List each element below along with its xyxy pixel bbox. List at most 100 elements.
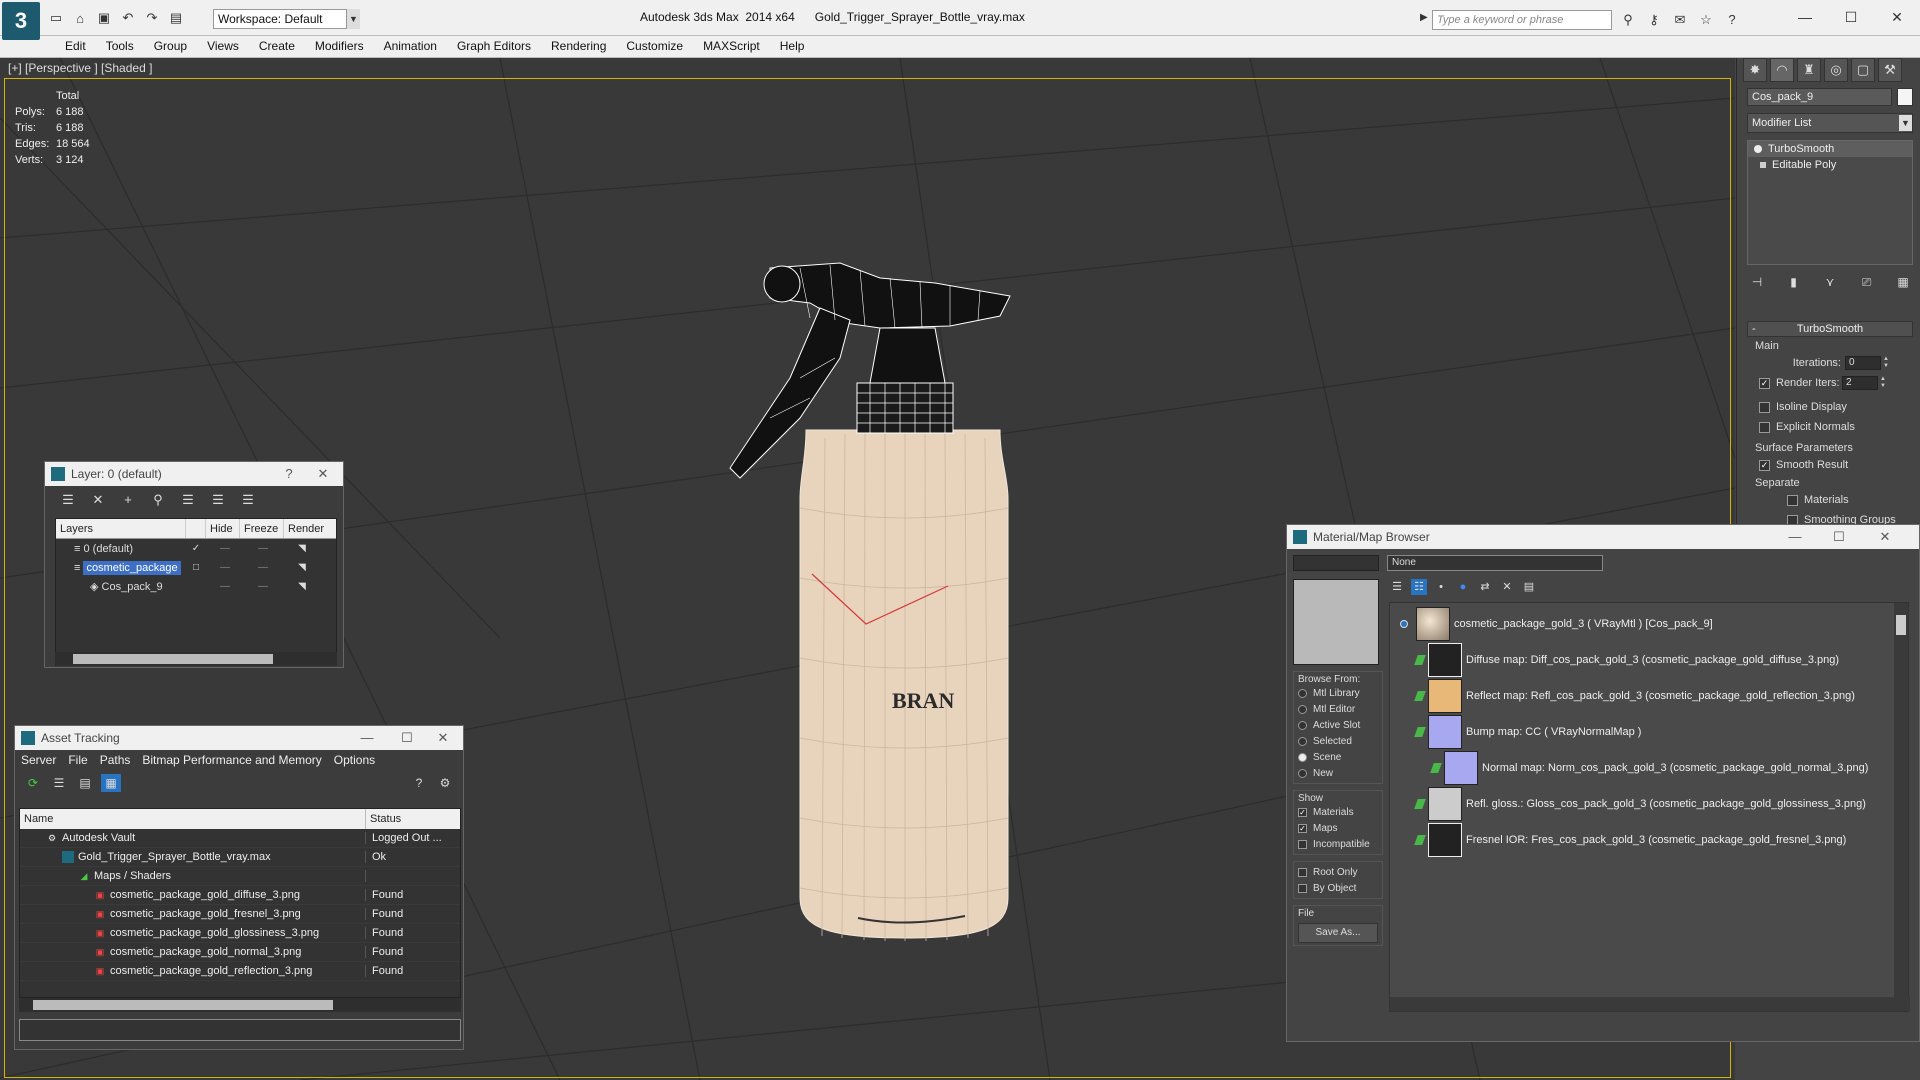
spinner-arrows-icon[interactable]: ▲ ▼ [1883, 356, 1891, 370]
radio-button[interactable] [1298, 768, 1307, 778]
show-maps-checkbox[interactable]: ✓ [1298, 823, 1307, 833]
list-view-icon[interactable]: ☰ [1389, 579, 1405, 595]
menu-tools[interactable]: Tools [96, 36, 144, 57]
show-materials-checkbox[interactable]: ✓ [1298, 807, 1307, 817]
new-layer-icon[interactable]: ☰ [57, 492, 79, 508]
close-icon[interactable]: ✕ [429, 726, 457, 750]
isoline-checkbox[interactable] [1759, 401, 1770, 413]
new-file-icon[interactable]: ▭ [46, 8, 66, 28]
search-input[interactable]: Type a keyword or phrase [1432, 10, 1612, 30]
radio-mtl-editor[interactable]: Mtl Editor [1298, 701, 1378, 717]
layer-row[interactable]: ≡ 0 (default) ✓ — — ◥ [56, 539, 336, 558]
project-folder-icon[interactable]: ▤ [166, 8, 186, 28]
table-row[interactable]: ◢ Maps / Shaders [20, 867, 460, 886]
root-only-row[interactable]: Root Only [1298, 864, 1378, 880]
render-teapot-icon[interactable]: ◥ [282, 581, 322, 592]
menu-animation[interactable]: Animation [374, 36, 447, 57]
undo-icon[interactable]: ↶ [118, 8, 138, 28]
render-iters-checkbox[interactable]: ✓ [1759, 377, 1770, 389]
show-end-result-icon[interactable]: ▮ [1784, 273, 1804, 291]
app-logo-icon[interactable]: 3 [2, 2, 40, 40]
star-icon[interactable]: ☆ [1696, 10, 1716, 30]
add-to-layer-icon[interactable]: + [117, 492, 139, 508]
list-view-icon[interactable]: ☰ [49, 774, 69, 792]
material-search-input[interactable] [1293, 555, 1379, 571]
show-materials-row[interactable]: ✓ Materials [1298, 804, 1378, 820]
layer-row[interactable]: ≡ cosmetic_package □ — — ◥ [56, 558, 336, 577]
hide-toggle[interactable]: — [206, 562, 244, 573]
object-color-swatch[interactable] [1897, 88, 1913, 106]
radio-mtl-library[interactable]: Mtl Library [1298, 685, 1378, 701]
settings-icon[interactable]: ⚙ [435, 774, 455, 792]
freeze-toggle[interactable]: — [244, 581, 282, 592]
help-icon[interactable]: ? [1722, 10, 1742, 30]
expand-icon[interactable] [1760, 162, 1766, 168]
save-file-icon[interactable]: ▣ [94, 8, 114, 28]
radio-active-slot[interactable]: Active Slot [1298, 717, 1378, 733]
hide-toggle[interactable]: — [206, 581, 244, 592]
asset-path-field[interactable] [19, 1019, 461, 1041]
delete-icon[interactable]: ✕ [1499, 579, 1515, 595]
modifier-list-dropdown[interactable]: Modifier List [1747, 113, 1913, 133]
menu-modifiers[interactable]: Modifiers [305, 36, 374, 57]
menu-options[interactable]: Options [334, 750, 383, 770]
menu-help[interactable]: Help [770, 36, 815, 57]
menu-bitmap-performance[interactable]: Bitmap Performance and Memory [142, 750, 329, 770]
list-item[interactable]: cosmetic_package_gold_3 ( VRayMtl ) [Cos… [1400, 607, 1713, 641]
workspace-dropdown[interactable]: Workspace: Default [213, 9, 359, 29]
list-item[interactable]: Diffuse map: Diff_cos_pack_gold_3 (cosme… [1414, 643, 1839, 677]
menu-views[interactable]: Views [197, 36, 249, 57]
maximize-icon[interactable]: ☐ [1825, 525, 1853, 549]
current-layer-checkmark[interactable]: ✓ [186, 543, 206, 554]
smooth-result-checkbox[interactable]: ✓ [1759, 459, 1770, 471]
root-only-checkbox[interactable] [1298, 867, 1307, 877]
material-editor-icon[interactable]: ▤ [1521, 579, 1537, 595]
hierarchy-tab-icon[interactable]: ♜ [1797, 58, 1821, 82]
explicit-normals-checkbox[interactable] [1759, 421, 1770, 433]
update-icon[interactable]: ⇄ [1477, 579, 1493, 595]
stack-item-turbosmooth[interactable]: TurboSmooth [1748, 141, 1912, 157]
column-render[interactable]: Render [284, 519, 330, 538]
menu-server[interactable]: Server [21, 750, 64, 770]
tree-view-icon[interactable]: ☷ [1411, 579, 1427, 595]
hide-toggle[interactable]: — [206, 543, 244, 554]
asset-tracking-titlebar[interactable]: Asset Tracking — ☐ ✕ [15, 726, 463, 750]
chevron-down-icon[interactable]: ▼ [346, 9, 360, 29]
sphere-icon[interactable]: ● [1455, 579, 1471, 595]
make-unique-icon[interactable]: ⋎ [1820, 273, 1840, 291]
layer-horizontal-scrollbar[interactable] [55, 652, 337, 666]
table-row[interactable]: Gold_Trigger_Sprayer_Bottle_vray.max Ok [20, 848, 460, 867]
maximize-icon[interactable]: ☐ [393, 726, 421, 750]
by-object-row[interactable]: By Object [1298, 880, 1378, 896]
list-item[interactable]: Normal map: Norm_cos_pack_gold_3 (cosmet… [1430, 751, 1868, 785]
column-freeze[interactable]: Freeze [240, 519, 284, 538]
binoculars-icon[interactable]: ⚲ [1618, 10, 1638, 30]
scrollbar-thumb[interactable] [1896, 615, 1906, 635]
pin-stack-icon[interactable]: ⊣ [1747, 273, 1767, 291]
radio-selected[interactable]: Selected [1298, 733, 1378, 749]
help-icon[interactable]: ? [275, 462, 303, 486]
menu-maxscript[interactable]: MAXScript [693, 36, 770, 57]
table-row[interactable]: ⚙ Autodesk Vault Logged Out ... [20, 829, 460, 848]
radio-new[interactable]: New [1298, 765, 1378, 781]
rollout-header[interactable]: - TurboSmooth [1747, 321, 1913, 337]
utilities-tab-icon[interactable]: ⚒ [1878, 58, 1902, 82]
chevron-right-icon[interactable]: ▶ [1420, 12, 1428, 23]
stack-item-editable-poly[interactable]: Editable Poly [1748, 157, 1912, 173]
iterations-spinner[interactable]: 0 [1845, 356, 1881, 370]
column-layers[interactable]: Layers [56, 519, 186, 538]
radio-button[interactable] [1298, 704, 1307, 714]
select-objects-icon[interactable]: ⚲ [147, 492, 169, 508]
layer-row[interactable]: ◈ Cos_pack_9— — ◥ [56, 577, 336, 596]
menu-graph-editors[interactable]: Graph Editors [447, 36, 541, 57]
menu-customize[interactable]: Customize [616, 36, 693, 57]
freeze-toggle[interactable]: — [244, 562, 282, 573]
menu-paths[interactable]: Paths [100, 750, 139, 770]
dot-icon[interactable]: • [1433, 579, 1449, 595]
menu-group[interactable]: Group [144, 36, 197, 57]
by-object-checkbox[interactable] [1298, 883, 1307, 893]
current-layer-checkbox[interactable]: □ [186, 562, 206, 573]
material-browser-titlebar[interactable]: Material/Map Browser — ☐ ✕ [1287, 525, 1919, 549]
spinner-arrows-icon[interactable]: ▲ ▼ [1880, 376, 1888, 390]
material-horizontal-scrollbar[interactable] [1390, 997, 1910, 1011]
